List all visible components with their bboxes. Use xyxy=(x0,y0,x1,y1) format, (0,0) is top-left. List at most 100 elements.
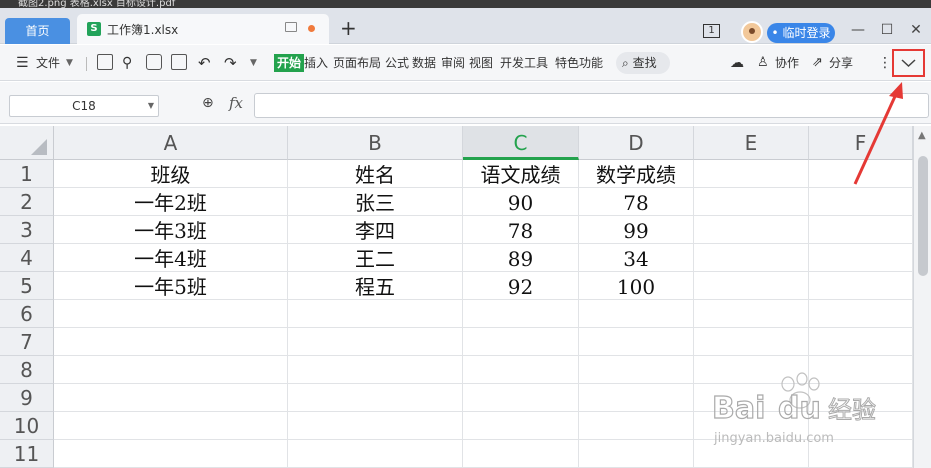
redo-icon[interactable]: ↷ xyxy=(224,54,237,72)
chevron-down-icon[interactable]: ▼ xyxy=(148,96,154,116)
more-options-icon[interactable]: ⋮ xyxy=(878,54,892,72)
cell[interactable] xyxy=(579,384,694,412)
row-header[interactable]: 10 xyxy=(0,412,54,440)
fx-label[interactable]: fx xyxy=(229,94,243,112)
close-button[interactable]: ✕ xyxy=(905,19,927,41)
tab-insert[interactable]: 插入 xyxy=(304,54,328,72)
cell[interactable]: 99 xyxy=(579,216,694,244)
row-header[interactable]: 11 xyxy=(0,440,54,468)
cell[interactable] xyxy=(463,412,579,440)
column-header-a[interactable]: A xyxy=(54,126,288,160)
cell[interactable] xyxy=(694,300,809,328)
cell[interactable]: 姓名 xyxy=(288,160,463,188)
share-button[interactable]: 分享 xyxy=(829,54,853,72)
format-painter-icon[interactable]: ⚲ xyxy=(122,54,132,72)
scroll-thumb[interactable] xyxy=(918,156,928,276)
row-header[interactable]: 8 xyxy=(0,356,54,384)
avatar[interactable] xyxy=(741,21,763,43)
cell[interactable] xyxy=(54,440,288,468)
cell[interactable] xyxy=(809,300,913,328)
minimize-button[interactable]: — xyxy=(847,19,869,41)
cell[interactable]: 一年2班 xyxy=(54,188,288,216)
cell[interactable] xyxy=(54,328,288,356)
cell[interactable] xyxy=(288,356,463,384)
login-button[interactable]: • 临时登录 xyxy=(767,23,835,43)
zoom-icon[interactable]: ⊕ xyxy=(202,95,214,111)
row-header[interactable]: 9 xyxy=(0,384,54,412)
cell[interactable]: 程五 xyxy=(288,272,463,300)
collaborate-button[interactable]: 协作 xyxy=(775,54,799,72)
cell[interactable]: 王二 xyxy=(288,244,463,272)
tab-document[interactable]: S 工作簿1.xlsx xyxy=(77,14,329,44)
monitor-icon[interactable] xyxy=(285,22,297,32)
column-header-e[interactable]: E xyxy=(694,126,809,160)
row-header[interactable]: 3 xyxy=(0,216,54,244)
cloud-icon[interactable]: ☁ xyxy=(730,54,744,72)
cell[interactable] xyxy=(463,440,579,468)
tab-page-layout[interactable]: 页面布局 xyxy=(333,54,381,72)
search-button[interactable]: ⌕ 查找 xyxy=(616,52,670,74)
cell[interactable]: 100 xyxy=(579,272,694,300)
undo-icon[interactable]: ↶ xyxy=(198,54,211,72)
cell[interactable]: 89 xyxy=(463,244,579,272)
quick-access-more-icon[interactable]: ▼ xyxy=(250,54,257,72)
cell[interactable] xyxy=(54,384,288,412)
cell[interactable] xyxy=(809,328,913,356)
share-icon[interactable]: ⇗ xyxy=(812,54,823,72)
cell[interactable] xyxy=(809,244,913,272)
cell[interactable] xyxy=(694,328,809,356)
row-header[interactable]: 2 xyxy=(0,188,54,216)
print-icon[interactable] xyxy=(146,54,162,70)
collapse-ribbon-button[interactable] xyxy=(892,49,925,77)
cell[interactable]: 班级 xyxy=(54,160,288,188)
select-all-corner[interactable] xyxy=(0,126,54,160)
cell[interactable] xyxy=(694,160,809,188)
column-header-b[interactable]: B xyxy=(288,126,463,160)
row-header[interactable]: 5 xyxy=(0,272,54,300)
cell[interactable]: 一年3班 xyxy=(54,216,288,244)
tab-formula[interactable]: 公式 xyxy=(385,54,409,72)
cell[interactable]: 78 xyxy=(579,188,694,216)
tab-start[interactable]: 开始 xyxy=(274,54,305,72)
collaborate-icon[interactable]: ♙ xyxy=(757,54,769,72)
cell[interactable]: 数学成绩 xyxy=(579,160,694,188)
cell[interactable] xyxy=(579,440,694,468)
cell[interactable]: 一年4班 xyxy=(54,244,288,272)
row-header[interactable]: 6 xyxy=(0,300,54,328)
cell[interactable] xyxy=(54,300,288,328)
cell[interactable] xyxy=(809,188,913,216)
save-icon[interactable] xyxy=(97,54,113,70)
scroll-up-icon[interactable]: ▲ xyxy=(918,130,926,141)
cell[interactable] xyxy=(288,300,463,328)
chevron-down-icon[interactable]: ▼ xyxy=(66,54,73,72)
formula-input[interactable] xyxy=(254,93,929,118)
tab-data[interactable]: 数据 xyxy=(412,54,436,72)
tab-special[interactable]: 特色功能 xyxy=(555,54,603,72)
row-header[interactable]: 7 xyxy=(0,328,54,356)
cell[interactable] xyxy=(579,412,694,440)
cell[interactable] xyxy=(579,300,694,328)
cell[interactable] xyxy=(463,384,579,412)
cell[interactable]: 李四 xyxy=(288,216,463,244)
file-menu[interactable]: 文件 xyxy=(36,54,60,72)
cell[interactable] xyxy=(288,440,463,468)
cell[interactable]: 78 xyxy=(463,216,579,244)
row-header[interactable]: 4 xyxy=(0,244,54,272)
row-header[interactable]: 1 xyxy=(0,160,54,188)
tab-developer[interactable]: 开发工具 xyxy=(500,54,548,72)
cell[interactable] xyxy=(694,188,809,216)
cell[interactable]: 张三 xyxy=(288,188,463,216)
cell[interactable] xyxy=(809,272,913,300)
cell[interactable]: 34 xyxy=(579,244,694,272)
cell[interactable] xyxy=(694,216,809,244)
cell[interactable] xyxy=(463,356,579,384)
print-preview-icon[interactable] xyxy=(171,54,187,70)
cell[interactable] xyxy=(694,272,809,300)
cell[interactable] xyxy=(288,328,463,356)
tab-view[interactable]: 视图 xyxy=(469,54,493,72)
cell[interactable] xyxy=(579,328,694,356)
tab-home[interactable]: 首页 xyxy=(5,18,70,44)
column-header-d[interactable]: D xyxy=(579,126,694,160)
cell[interactable] xyxy=(288,412,463,440)
cell[interactable] xyxy=(809,160,913,188)
